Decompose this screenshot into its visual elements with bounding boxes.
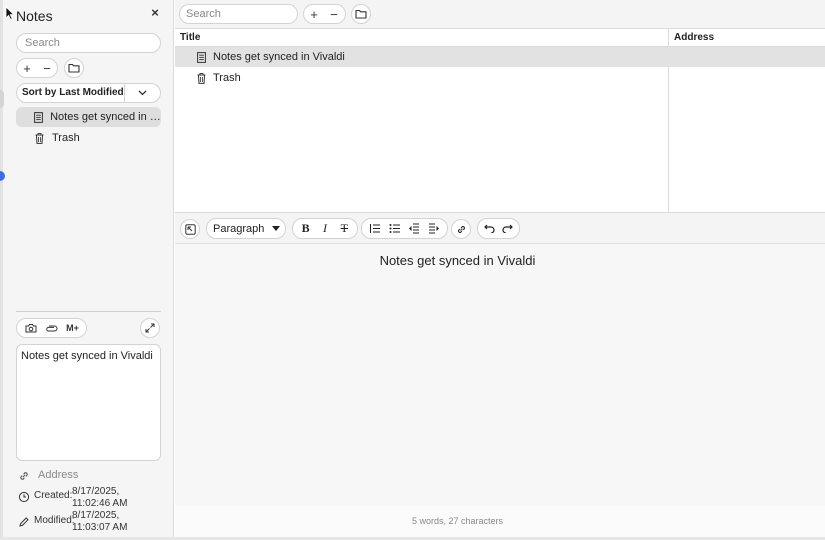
clock-icon: [18, 491, 30, 503]
markdown-icon: M+: [66, 323, 79, 333]
notes-search-input[interactable]: [179, 4, 298, 24]
notes-list: Title Address Notes get synced in Vivald…: [175, 29, 825, 213]
attach-button[interactable]: [41, 319, 62, 337]
created-row: Created: 8/17/2025, 11:02:46 AM: [18, 486, 152, 510]
row-title: Notes get synced in Vivaldi: [213, 51, 345, 63]
editor-content[interactable]: Notes get synced in Vivaldi: [175, 253, 740, 268]
address-input[interactable]: [38, 468, 158, 482]
toolbar-add-button[interactable]: +: [304, 5, 324, 23]
status-bar: 5 words, 27 characters: [175, 506, 825, 537]
note-icon: [33, 111, 43, 123]
indent-button[interactable]: [424, 219, 444, 238]
add-remove-group: + −: [16, 58, 58, 78]
markdown-button[interactable]: M+: [62, 319, 83, 337]
indent-icon: [429, 223, 440, 234]
panel-edge-handle[interactable]: [0, 90, 4, 108]
note-icon: [195, 51, 207, 63]
strikethrough-icon: T: [340, 221, 348, 235]
address-row: [18, 469, 34, 482]
trash-icon: [195, 72, 207, 84]
caret-down-icon: [272, 226, 280, 231]
attach-tools-group: M+: [16, 318, 87, 338]
expand-icon: [145, 323, 155, 333]
bullet-list-button[interactable]: [385, 219, 405, 238]
panel-title: Notes: [16, 8, 53, 24]
redo-icon: [502, 224, 513, 233]
plus-icon: +: [23, 60, 31, 76]
collapse-icon: [184, 223, 196, 235]
text-style-group: B I T: [292, 218, 358, 239]
toolbar-remove-button[interactable]: −: [324, 5, 344, 23]
paragraph-format-value: Paragraph: [213, 222, 265, 235]
outdent-icon: [409, 223, 420, 234]
ordered-list-button[interactable]: [365, 219, 385, 238]
expand-note-button[interactable]: [140, 318, 160, 338]
modified-value: 8/17/2025, 11:03:07 AM: [72, 510, 128, 533]
exit-editor-button[interactable]: [180, 219, 200, 239]
tree-item-trash[interactable]: Trash: [16, 128, 161, 148]
modified-label: Modified:: [34, 515, 75, 526]
paperclip-icon: [46, 325, 58, 331]
add-note-button[interactable]: +: [17, 59, 37, 77]
toolbar-add-remove-group: + −: [303, 4, 346, 24]
sort-dropdown[interactable]: Sort by Last Modified ...: [16, 83, 161, 103]
panel-active-indicator: [0, 171, 5, 181]
list-format-group: [361, 218, 448, 239]
strikethrough-button[interactable]: T: [335, 219, 354, 238]
row-title: Trash: [213, 72, 241, 84]
pencil-icon: [19, 517, 29, 527]
panel-edge: [0, 0, 3, 537]
sort-toggle[interactable]: [125, 84, 160, 102]
trash-icon: [33, 132, 45, 144]
panel-divider: [16, 311, 161, 312]
plus-icon: +: [310, 6, 318, 22]
new-folder-button[interactable]: [64, 58, 84, 78]
screenshot-button[interactable]: [20, 319, 41, 337]
link-icon: [20, 472, 28, 480]
camera-icon: [25, 324, 36, 333]
insert-link-button[interactable]: [451, 219, 471, 239]
close-panel-button[interactable]: ×: [148, 6, 162, 20]
undo-icon: [484, 224, 495, 233]
italic-button[interactable]: I: [315, 219, 334, 238]
ordered-list-icon: [369, 224, 380, 233]
modified-row: Modified: 8/17/2025, 11:03:07 AM: [18, 510, 152, 534]
bold-icon: B: [301, 221, 310, 235]
minus-icon: −: [330, 6, 338, 22]
column-header-title[interactable]: Title: [175, 29, 668, 47]
sort-label: Sort by Last Modified ...: [17, 84, 125, 102]
created-value: 8/17/2025, 11:02:46 AM: [72, 486, 128, 509]
remove-note-button[interactable]: −: [37, 59, 57, 77]
close-icon[interactable]: ×: [151, 5, 159, 20]
paragraph-format-select[interactable]: Paragraph: [206, 218, 286, 239]
folder-icon: [68, 63, 80, 73]
link-icon: [457, 225, 465, 233]
tree-item-notes[interactable]: Notes get synced in Vivaldi: [16, 107, 161, 127]
list-row[interactable]: Notes get synced in Vivaldi: [175, 47, 825, 67]
folder-icon: [355, 9, 367, 19]
bold-button[interactable]: B: [296, 219, 315, 238]
word-count: 5 words, 27 characters: [411, 516, 504, 526]
note-editor[interactable]: Notes get synced in Vivaldi: [175, 244, 825, 506]
column-header-address[interactable]: Address: [669, 29, 825, 47]
note-textarea[interactable]: Notes get synced in Vivaldi: [16, 344, 161, 461]
list-row[interactable]: Trash: [175, 68, 825, 88]
chevron-down-icon: [138, 90, 147, 96]
redo-button[interactable]: [499, 219, 517, 238]
mouse-cursor-icon: [5, 6, 15, 20]
history-group: [477, 218, 520, 239]
minus-icon: −: [43, 60, 51, 76]
bullet-list-icon: [389, 224, 400, 233]
italic-icon: I: [322, 221, 327, 235]
outdent-button[interactable]: [405, 219, 425, 238]
undo-button[interactable]: [481, 219, 499, 238]
notes-panel: Notes × + − Sort by Last Modified ... No…: [0, 0, 174, 537]
panel-search-input[interactable]: [16, 33, 161, 53]
toolbar-new-folder-button[interactable]: [351, 4, 371, 24]
tree-item-label: Notes get synced in Vivaldi: [50, 111, 161, 123]
created-label: Created:: [34, 490, 73, 501]
tree-item-label: Trash: [52, 132, 80, 144]
